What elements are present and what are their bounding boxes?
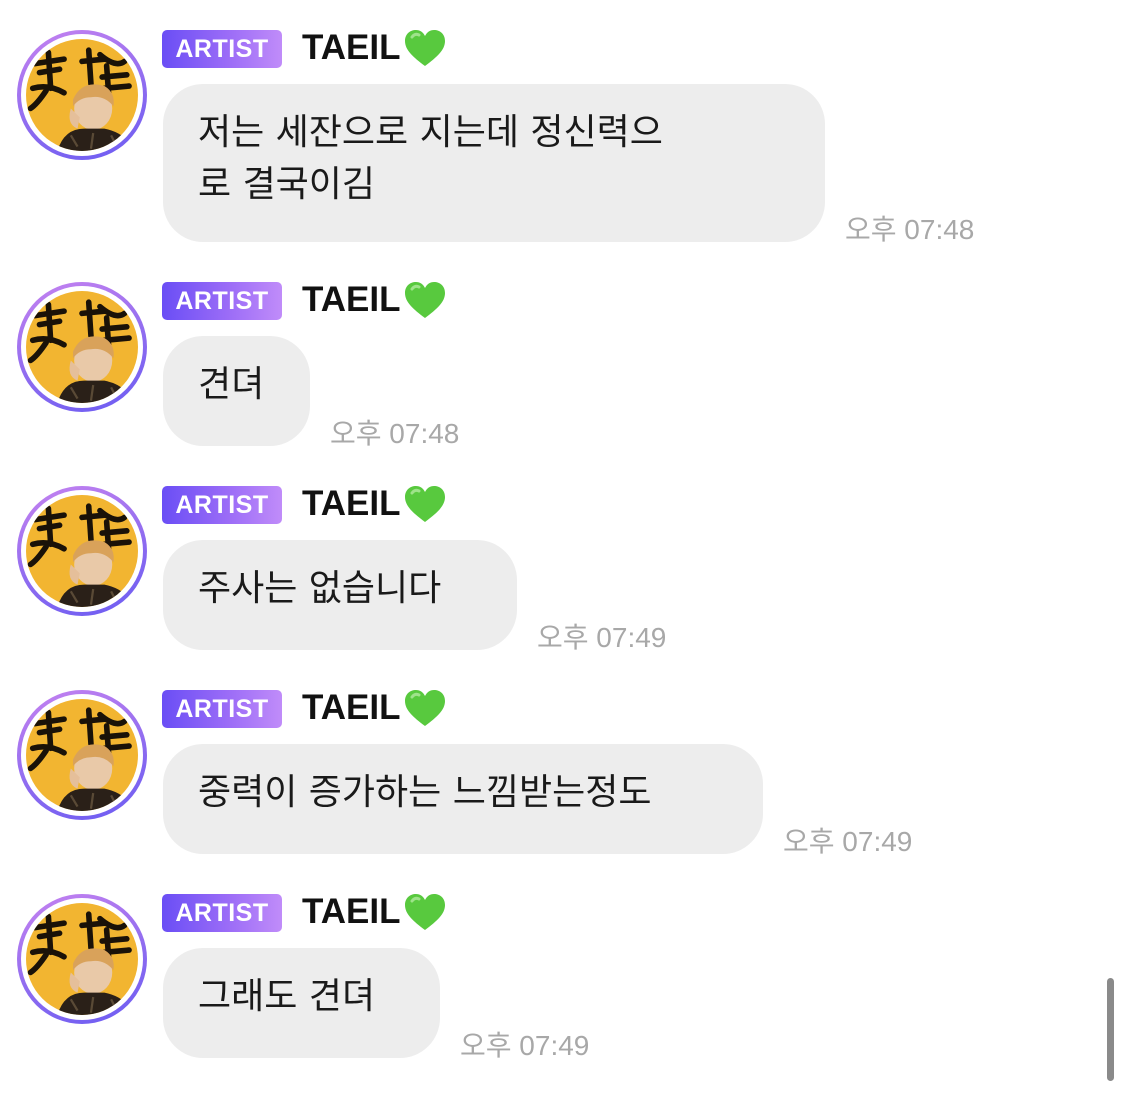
avatar-ring: [21, 694, 143, 816]
sender-name[interactable]: TAEIL: [302, 280, 401, 320]
message-bubble[interactable]: 주사는 없습니다: [163, 540, 517, 650]
avatar-photo: [26, 39, 138, 151]
message-bubble[interactable]: 견뎌: [163, 336, 310, 446]
message-bubble[interactable]: 저는 세잔으로 지는데 정신력으 로 결국이김: [163, 84, 825, 242]
green-heart-icon: [403, 892, 447, 932]
avatar-ring: [21, 34, 143, 156]
sender-row: TAEIL: [302, 24, 447, 72]
green-heart-icon: [403, 28, 447, 68]
avatar[interactable]: [17, 894, 147, 1024]
avatar-photo: [26, 903, 138, 1015]
green-heart-icon: [403, 688, 447, 728]
green-heart-icon: [403, 280, 447, 320]
avatar[interactable]: [17, 690, 147, 820]
sender-row: TAEIL: [302, 276, 447, 324]
avatar-ring: [21, 490, 143, 612]
sender-name[interactable]: TAEIL: [302, 484, 401, 524]
chat-message: ARTIST TAEIL 그래도 견뎌 오후 07:49: [0, 892, 1100, 1104]
message-timestamp: 오후 07:49: [537, 622, 667, 653]
avatar-ring: [21, 898, 143, 1020]
sender-name[interactable]: TAEIL: [302, 892, 401, 932]
message-timestamp: 오후 07:48: [845, 214, 975, 245]
artist-badge: ARTIST: [162, 486, 282, 524]
message-timestamp: 오후 07:48: [330, 418, 460, 449]
avatar-photo: [26, 495, 138, 607]
artist-badge: ARTIST: [162, 282, 282, 320]
chat-message: ARTIST TAEIL 중력이 증가하는 느낌받는정도 오후 07:49: [0, 688, 1100, 900]
message-bubble[interactable]: 그래도 견뎌: [163, 948, 440, 1058]
avatar-photo: [26, 291, 138, 403]
scrollbar[interactable]: [1107, 978, 1114, 1081]
sender-row: TAEIL: [302, 480, 447, 528]
artist-badge: ARTIST: [162, 894, 282, 932]
chat-message: ARTIST TAEIL 저는 세잔으로 지는데 정신력으 로 결국이김 오후 …: [0, 28, 1100, 245]
sender-row: TAEIL: [302, 684, 447, 732]
sender-row: TAEIL: [302, 888, 447, 936]
avatar-ring: [21, 286, 143, 408]
artist-badge: ARTIST: [162, 30, 282, 68]
sender-name[interactable]: TAEIL: [302, 688, 401, 728]
message-bubble[interactable]: 중력이 증가하는 느낌받는정도: [163, 744, 763, 854]
sender-name[interactable]: TAEIL: [302, 28, 401, 68]
message-timestamp: 오후 07:49: [460, 1030, 590, 1061]
avatar[interactable]: [17, 486, 147, 616]
avatar-photo: [26, 699, 138, 811]
chat-message: ARTIST TAEIL 주사는 없습니다 오후 07:49: [0, 484, 1100, 696]
artist-badge: ARTIST: [162, 690, 282, 728]
avatar[interactable]: [17, 30, 147, 160]
avatar[interactable]: [17, 282, 147, 412]
message-timestamp: 오후 07:49: [783, 826, 913, 857]
green-heart-icon: [403, 484, 447, 524]
chat-message: ARTIST TAEIL 견뎌 오후 07:48: [0, 280, 1100, 492]
